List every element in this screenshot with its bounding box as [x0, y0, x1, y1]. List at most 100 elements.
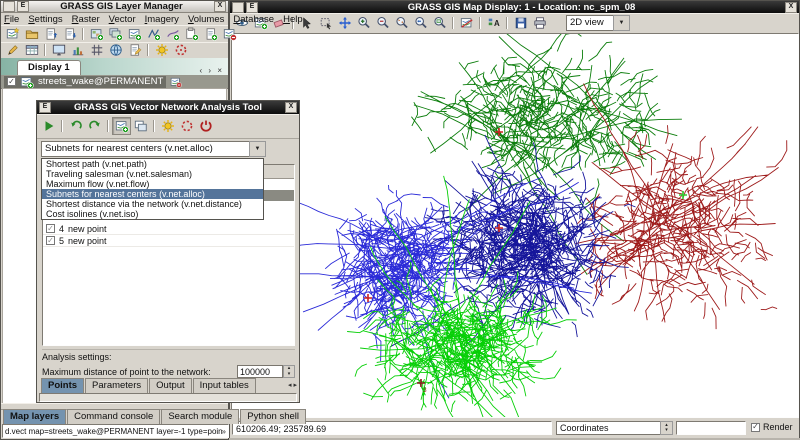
chart-icon[interactable]: [68, 41, 87, 59]
command-prompt[interactable]: d.vect map=streets_wake@PERMANENT layer=…: [2, 424, 229, 438]
map-display-titlebar[interactable]: E GRASS GIS Map Display: 1 - Location: n…: [230, 1, 799, 13]
menu-settings[interactable]: Settings: [28, 14, 62, 25]
layer-row[interactable]: ✓ streets_wake@PERMANENT: [1, 75, 228, 89]
menu-file[interactable]: File: [4, 14, 19, 25]
method-option-2[interactable]: Maximum flow (v.net.flow): [42, 179, 263, 189]
group-add-icon[interactable]: [182, 25, 201, 43]
chevron-down-icon[interactable]: ▼: [249, 141, 266, 157]
spinner-icon[interactable]: ▴▾: [660, 421, 673, 435]
new-display-icon[interactable]: [49, 41, 68, 59]
settings-icon[interactable]: [152, 41, 171, 59]
tab-points[interactable]: Points: [41, 378, 84, 393]
tab-search-module[interactable]: Search module: [161, 409, 239, 424]
render-toggle[interactable]: ✓ Render: [751, 422, 793, 432]
tab-command-console[interactable]: Command console: [67, 409, 160, 424]
tab-map-layers[interactable]: Map layers: [3, 409, 66, 424]
workspace-new-icon[interactable]: [3, 25, 22, 43]
toolbar-separator: [506, 17, 508, 29]
pan-icon[interactable]: [335, 14, 354, 32]
menu-volumes[interactable]: Volumes: [188, 14, 224, 25]
point-row-4[interactable]: ✓4new point: [43, 223, 294, 235]
overlay-icon[interactable]: A: [484, 14, 503, 32]
close-icon[interactable]: X: [285, 102, 297, 113]
layer-manager-titlebar[interactable]: E GRASS GIS Layer Manager X: [1, 1, 228, 13]
overlay-add-icon[interactable]: [201, 25, 220, 43]
workspace-save-icon[interactable]: [41, 25, 60, 43]
grid-icon[interactable]: [87, 41, 106, 59]
close-icon[interactable]: X: [214, 1, 226, 12]
raster-multi-add-icon[interactable]: [106, 25, 125, 43]
close-icon[interactable]: X: [785, 2, 797, 13]
print-icon[interactable]: [530, 14, 549, 32]
render-checkbox[interactable]: ✓: [751, 423, 760, 432]
attribute-table-icon[interactable]: [22, 41, 41, 59]
georectify-icon[interactable]: [171, 41, 190, 59]
method-option-5[interactable]: Cost isolines (v.net.iso): [42, 209, 263, 219]
statusbar-mode-combo[interactable]: Coordinates ▴▾: [556, 421, 673, 435]
analyze-icon[interactable]: [457, 14, 476, 32]
window-menu-icon[interactable]: [3, 1, 15, 12]
layer-remove-icon[interactable]: [220, 25, 239, 43]
edit-attributes-icon[interactable]: [3, 41, 22, 59]
method-option-4[interactable]: Shortest distance via the network (v.net…: [42, 199, 263, 209]
view-mode-combo[interactable]: 2D view ▼: [566, 15, 630, 31]
menu-database[interactable]: Database: [233, 14, 274, 25]
point-checkbox[interactable]: ✓: [46, 224, 55, 233]
vector-multi-add-icon[interactable]: [144, 25, 163, 43]
method-combo[interactable]: Subnets for nearest centers (v.net.alloc…: [41, 141, 266, 157]
point-checkbox[interactable]: ✓: [46, 236, 55, 245]
tab-nav-icons[interactable]: ‹ › ×: [196, 66, 228, 75]
map-statusbar: 610206.49; 235789.69 Coordinates ▴▾ ✓ Re…: [230, 418, 799, 438]
vector-add-icon[interactable]: [125, 25, 144, 43]
window-menu-icon[interactable]: [232, 2, 244, 13]
max-distance-spinner[interactable]: 100000 ▴▾: [237, 365, 295, 378]
raster-add-icon[interactable]: [87, 25, 106, 43]
zoom-back-icon[interactable]: [411, 14, 430, 32]
vdigit-icon[interactable]: [177, 117, 196, 135]
zoom-extent-icon[interactable]: [392, 14, 411, 32]
point-type: new point: [68, 224, 107, 234]
spinner-icon[interactable]: ▴▾: [283, 365, 295, 378]
settings-icon[interactable]: [158, 117, 177, 135]
max-distance-label: Maximum distance of point to the network…: [42, 367, 237, 377]
workspace-open-icon[interactable]: [22, 25, 41, 43]
workspace-load-icon[interactable]: [60, 25, 79, 43]
tab-python-shell[interactable]: Python shell: [240, 409, 306, 424]
layer-checkbox[interactable]: ✓: [7, 77, 16, 86]
snap-icon[interactable]: [131, 117, 150, 135]
quit-icon[interactable]: [196, 117, 215, 135]
expand-icon[interactable]: »: [222, 425, 226, 437]
globe-icon[interactable]: [106, 41, 125, 59]
zoom-in-icon[interactable]: [354, 14, 373, 32]
menu-help[interactable]: Help: [283, 14, 303, 25]
run-icon[interactable]: [39, 117, 58, 135]
tab-parameters[interactable]: Parameters: [85, 378, 148, 393]
map-display-toolbar: A: [230, 13, 799, 34]
insert-points-icon[interactable]: [112, 117, 131, 135]
vector-misc-add-icon[interactable]: [163, 25, 182, 43]
digitize-icon[interactable]: [125, 41, 144, 59]
redo-icon[interactable]: [85, 117, 104, 135]
tab-output[interactable]: Output: [149, 378, 192, 393]
command-text[interactable]: d.vect map=streets_wake@PERMANENT layer=…: [5, 425, 222, 437]
method-option-3[interactable]: Subnets for nearest centers (v.net.alloc…: [42, 189, 263, 199]
max-distance-value[interactable]: 100000: [237, 365, 283, 378]
tab-display-1[interactable]: Display 1: [17, 60, 81, 75]
menu-imagery[interactable]: Imagery: [145, 14, 179, 25]
tab-nav-icons[interactable]: ◂ ▸: [288, 381, 297, 389]
selected-layer[interactable]: ✓ streets_wake@PERMANENT: [4, 76, 166, 88]
point-row-5[interactable]: ✓5new point: [43, 235, 294, 247]
zoom-out-icon[interactable]: [373, 14, 392, 32]
save-file-icon[interactable]: [511, 14, 530, 32]
map-canvas[interactable]: 3: [231, 33, 799, 418]
undo-icon[interactable]: [66, 117, 85, 135]
method-option-0[interactable]: Shortest path (v.net.path): [42, 159, 263, 169]
chevron-down-icon[interactable]: ▼: [613, 15, 630, 31]
menu-vector[interactable]: Vector: [109, 14, 136, 25]
tab-input-tables[interactable]: Input tables: [193, 378, 256, 393]
method-option-1[interactable]: Traveling salesman (v.net.salesman): [42, 169, 263, 179]
zoom-region-icon[interactable]: [430, 14, 449, 32]
vnet-titlebar[interactable]: E GRASS GIS Vector Network Analysis Tool…: [37, 101, 299, 114]
select-icon[interactable]: [316, 14, 335, 32]
menu-raster[interactable]: Raster: [72, 14, 100, 25]
